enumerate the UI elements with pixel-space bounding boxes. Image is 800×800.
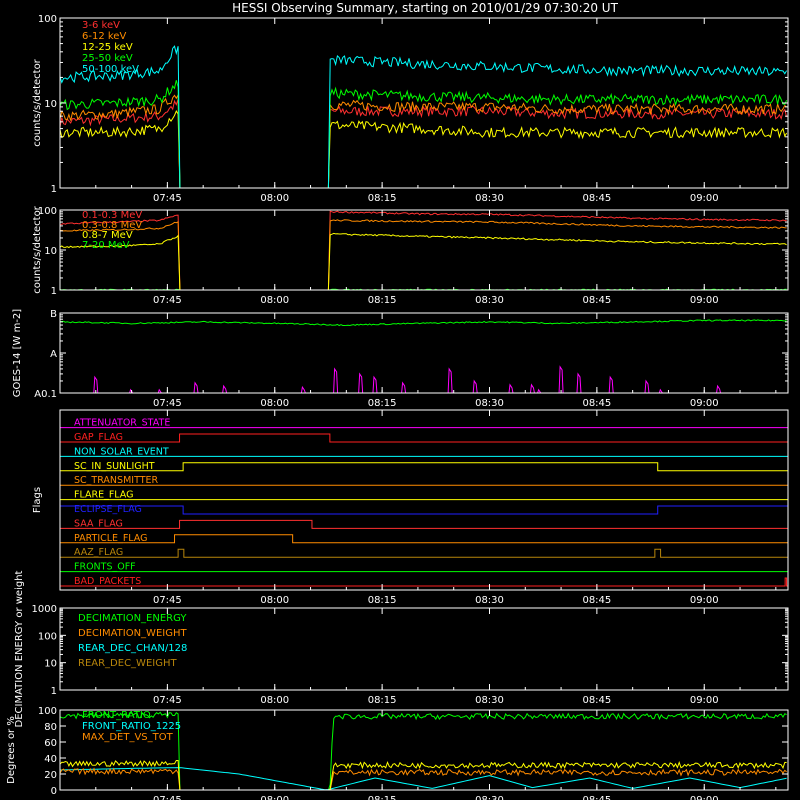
legend-entry: 12-25 keV (82, 42, 133, 53)
legend-entry: FRONT_RATIO_1225 (82, 721, 181, 732)
y-tick-label: 100 (38, 14, 57, 25)
y-tick-label: 0 (51, 786, 57, 797)
y-tick-label: 80 (44, 722, 57, 733)
y-tick-label: 1 (51, 184, 57, 195)
y-tick-label: A0.1 (34, 389, 57, 400)
flag-label: BAD_PACKETS (74, 576, 141, 587)
flag-label: ECLIPSE_FLAG (74, 504, 142, 515)
x-tick-label: 08:00 (260, 398, 289, 409)
legend-entry: 6-12 keV (82, 31, 126, 42)
x-tick-label: 08:30 (475, 398, 504, 409)
x-tick-label: 08:00 (260, 795, 289, 800)
x-tick-label: 08:45 (582, 595, 611, 606)
x-tick-label: 08:30 (475, 695, 504, 706)
y-axis-label: GOES-14 [W m-2] (12, 309, 23, 397)
y-tick-label: 10 (44, 659, 57, 670)
flag-label: FRONTS_OFF (74, 562, 136, 573)
x-tick-label: 08:00 (260, 595, 289, 606)
legend-entry: 7-20 MeV (82, 240, 130, 251)
x-tick-label: 08:15 (368, 193, 397, 204)
y-tick-label: 20 (44, 770, 57, 781)
flag-label: NON_SOLAR_EVENT (74, 446, 169, 457)
legend-entry: FRONT_RATIO (82, 710, 151, 721)
y-axis-label: counts/s/detector (32, 205, 43, 293)
x-tick-label: 09:00 (690, 795, 719, 800)
y-tick-label: 60 (44, 738, 57, 749)
y-tick-label: 1000 (32, 604, 57, 615)
x-tick-label: 08:15 (368, 398, 397, 409)
x-tick-label: 09:00 (690, 398, 719, 409)
y-tick-label: 100 (38, 706, 57, 717)
x-tick-label: 08:45 (582, 695, 611, 706)
flag-label: SC_IN_SUNLIGHT (74, 461, 155, 472)
legend-entry: DECIMATION_ENERGY (78, 613, 187, 624)
flag-label: AAZ_FLAG (74, 547, 123, 558)
legend-entry: MAX_DET_VS_TOT (82, 732, 174, 743)
y-tick-label: 1 (51, 286, 57, 297)
x-tick-label: 08:30 (475, 595, 504, 606)
x-tick-label: 07:45 (153, 595, 182, 606)
y-axis-label: DECIMATION ENERGY or weight (14, 570, 25, 727)
y-tick-label: 10 (44, 99, 57, 110)
y-tick-label: 40 (44, 754, 57, 765)
flag-label: SC_TRANSMITTER (74, 475, 159, 486)
legend-entry: 50-100 keV (82, 64, 139, 75)
x-tick-label: 07:45 (153, 695, 182, 706)
x-tick-label: 07:45 (153, 295, 182, 306)
x-tick-label: 08:30 (475, 795, 504, 800)
y-tick-label: A (50, 349, 57, 360)
observing-summary-figure: HESSI Observing Summary, starting on 201… (0, 0, 800, 800)
y-axis-label: Degrees or % (6, 716, 17, 784)
x-tick-label: 09:00 (690, 193, 719, 204)
y-axis-label: counts/s/detector (32, 58, 43, 146)
y-axis-label: Flags (32, 487, 43, 513)
x-tick-label: 08:00 (260, 295, 289, 306)
x-tick-label: 08:45 (582, 795, 611, 800)
flag-label: FLARE_FLAG (74, 490, 134, 501)
legend-entry: REAR_DEC_CHAN/128 (78, 643, 187, 654)
y-tick-label: B (50, 309, 57, 320)
x-tick-label: 08:30 (475, 295, 504, 306)
legend-entry: 25-50 keV (82, 53, 133, 64)
y-tick-label: 1 (51, 686, 57, 697)
flag-label: PARTICLE_FLAG (74, 533, 147, 544)
x-tick-label: 07:45 (153, 795, 182, 800)
legend-entry: DECIMATION_WEIGHT (78, 628, 187, 639)
x-tick-label: 09:00 (690, 695, 719, 706)
x-tick-label: 08:45 (582, 193, 611, 204)
x-tick-label: 08:45 (582, 295, 611, 306)
x-tick-label: 08:00 (260, 193, 289, 204)
x-tick-label: 08:00 (260, 695, 289, 706)
x-tick-label: 07:45 (153, 193, 182, 204)
y-tick-label: 10 (44, 246, 57, 257)
x-tick-label: 08:15 (368, 595, 397, 606)
x-tick-label: 08:45 (582, 398, 611, 409)
x-tick-label: 07:45 (153, 398, 182, 409)
legend-entry: 3-6 keV (82, 20, 120, 31)
x-tick-label: 09:00 (690, 295, 719, 306)
x-tick-label: 08:15 (368, 295, 397, 306)
x-tick-label: 08:15 (368, 795, 397, 800)
flag-label: ATTENUATOR_STATE (74, 418, 170, 429)
figure-title: HESSI Observing Summary, starting on 201… (232, 1, 618, 15)
x-tick-label: 08:15 (368, 695, 397, 706)
x-tick-label: 08:30 (475, 193, 504, 204)
legend-entry: REAR_DEC_WEIGHT (78, 658, 177, 669)
flag-label: SAA_FLAG (74, 518, 123, 529)
flag-label: GAP_FLAG (74, 432, 123, 443)
y-tick-label: 100 (38, 631, 57, 642)
x-tick-label: 09:00 (690, 595, 719, 606)
